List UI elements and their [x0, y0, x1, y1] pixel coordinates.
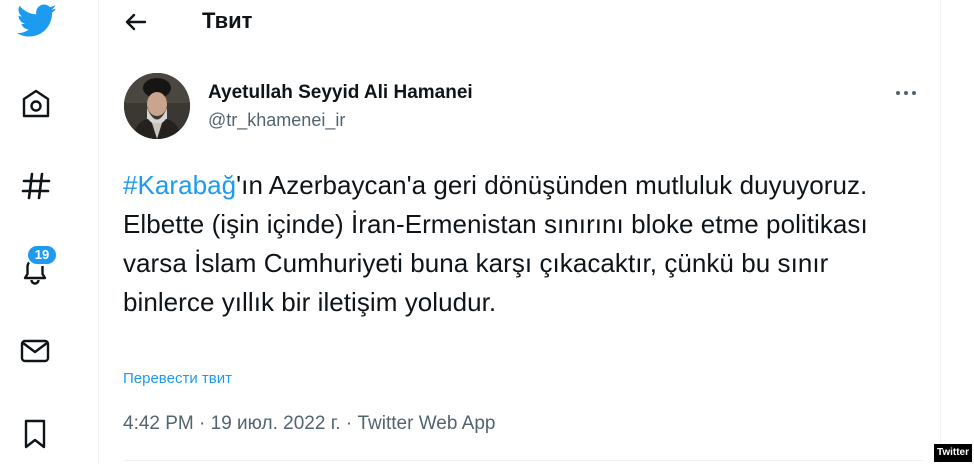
avatar[interactable] [124, 73, 190, 139]
tweet-detail-column: Твит Ayetullah Seyyid Ali Hamanei @tr_kh… [98, 0, 941, 464]
back-button[interactable] [124, 10, 148, 34]
home-icon[interactable] [20, 88, 52, 120]
twitter-logo-icon[interactable] [17, 4, 57, 38]
more-dot-icon [904, 91, 908, 95]
sidebar: 19 [0, 0, 98, 464]
more-dot-icon [912, 91, 916, 95]
translate-tweet-link[interactable]: Перевести твит [123, 370, 232, 387]
watermark-label: Twitter [934, 444, 972, 462]
hashtag-link[interactable]: #Karabağ [123, 170, 236, 200]
tweet-text: #Karabağ'ın Azerbaycan'a geri dönüşünden… [123, 166, 913, 322]
arrow-left-icon [125, 13, 147, 31]
tweet-timestamp[interactable]: 4:42 PM · 19 июл. 2022 г. · Twitter Web … [123, 413, 495, 435]
notifications-badge: 19 [26, 244, 58, 266]
more-options-button[interactable] [893, 84, 919, 102]
page-title: Твит [202, 8, 253, 33]
divider [123, 460, 923, 461]
author-name[interactable]: Ayetullah Seyyid Ali Hamanei [208, 82, 473, 104]
author-handle[interactable]: @tr_khamenei_ir [208, 110, 345, 131]
bookmark-icon[interactable] [21, 418, 49, 450]
more-dot-icon [896, 91, 900, 95]
hashtag-icon[interactable] [21, 171, 51, 201]
mail-icon[interactable] [19, 336, 51, 366]
